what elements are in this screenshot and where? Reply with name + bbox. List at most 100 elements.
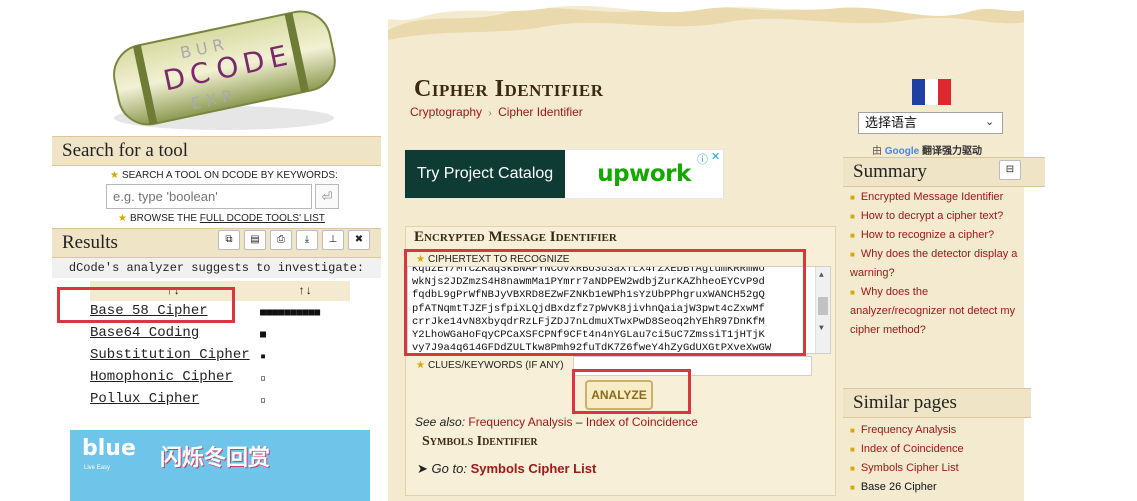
result-score: ■ [260,329,267,340]
similar-item-label: Index of Coincidence [860,443,964,455]
see-also-separator: – [575,415,583,429]
result-link[interactable]: Base64 Coding [90,325,256,341]
advertisement-left[interactable]: blue Live Easy 闪烁冬回赏 [70,430,370,501]
dcode-logo[interactable]: D C O D E B U R E X P [84,6,364,132]
language-select[interactable]: 选择语言 [858,112,1003,134]
textarea-scrollbar[interactable]: ▲ ▼ [815,267,830,353]
search-box [106,184,315,209]
table-row: Base64 Coding ■ [90,325,350,347]
breadcrumb-separator: › [488,108,492,119]
summary-item[interactable]: ■ Encrypted Message Identifier [850,188,1022,207]
close-icon[interactable]: ✖ [348,230,370,250]
pin-icon[interactable]: ⊥ [322,230,344,250]
result-score: ▫ [260,373,267,384]
page-title: Cipher Identifier [414,76,604,102]
french-flag-icon[interactable] [911,79,952,105]
similar-item[interactable]: ■ Index of Coincidence [850,440,1022,459]
bullet-icon: ■ [850,426,855,435]
summary-item-label: Encrypted Message Identifier [860,191,1004,203]
scroll-thumb[interactable] [818,297,828,315]
summary-item[interactable]: ■ How to recognize a cipher? [850,226,1022,245]
arrow-right-icon: ➤ [417,461,428,476]
similar-item-label: Base 26 Cipher [860,481,937,493]
result-link[interactable]: Substitution Cipher [90,347,256,363]
clues-label: ★ CLUES/KEYWORDS (IF ANY) [416,360,564,371]
clues-label-text: CLUES/KEYWORDS (IF ANY) [427,360,564,371]
similar-item[interactable]: ■ Frequency Analysis [850,421,1022,440]
scroll-down-icon[interactable]: ▼ [819,322,824,335]
summary-item[interactable]: ■ Why does the detector display a warning… [850,245,1022,283]
advertisement-center[interactable]: Try Project Catalog upwork ⓘ ✕ [404,149,724,199]
save-icon[interactable]: ▤ [244,230,266,250]
symbols-identifier-title: Symbols Identifier [422,434,538,449]
summary-item-label: Why does the detector display a warning? [850,248,1018,279]
summary-item[interactable]: ■ How to decrypt a cipher text? [850,207,1022,226]
similar-item[interactable]: ■ Base 26 Cipher [850,478,1022,497]
summary-item-label: How to recognize a cipher? [860,229,995,241]
table-row: Homophonic Cipher ▫ [90,369,350,391]
see-also-prefix: See also: [415,415,466,429]
bullet-icon: ■ [850,212,855,221]
breadcrumb: Cryptography › Cipher Identifier [410,105,583,119]
bullet-icon: ■ [850,445,855,454]
chevron-down-icon: ⌄ [985,116,995,128]
bullet-icon: ■ [850,464,855,473]
google-brand[interactable]: Google [885,146,919,157]
ad-brand-sub: Live Easy [84,465,111,471]
result-link[interactable]: Homophonic Cipher [90,369,256,385]
see-also-frequency-analysis[interactable]: Frequency Analysis [468,415,572,429]
ad-info-icon[interactable]: ⓘ [697,151,708,167]
highlight-box-ciphertext [404,249,806,356]
similar-item[interactable]: ■ Symbols Cipher List [850,459,1022,478]
summary-list: ■ Encrypted Message Identifier ■ How to de… [850,188,1022,340]
result-score: ▪ [260,351,267,362]
summary-item-label: How to decrypt a cipher text? [860,210,1004,222]
identifier-title: Encrypted Message Identifier [414,229,617,245]
print-icon[interactable]: ⎙ [270,230,292,250]
google-translate-credit: 由 Google 翻译强力驱动 [872,142,982,157]
browse-note: ★ BROWSE THE FULL DCODE TOOLS' LIST [118,213,325,224]
similar-pages-list: ■ Frequency Analysis ■ Index of Coincidenc… [850,421,1022,497]
bullet-icon: ■ [850,250,855,259]
result-link[interactable]: Pollux Cipher [90,391,256,407]
summary-item[interactable]: ■ Why does the analyzer/recognizer not de… [850,283,1022,340]
similar-item-label: Symbols Cipher List [860,462,959,474]
ad-brand: blue [82,436,136,461]
result-score: ■■■■■■■■■■ [260,307,321,318]
analyzer-summary: dCode's analyzer suggests to investigate… [52,258,381,278]
search-note: ★ SEARCH A TOOL ON DCODE BY KEYWORDS: [110,170,338,181]
sort-score-icon[interactable]: ↑↓ [260,284,350,298]
highlight-box-analyze [572,369,691,414]
see-also-index-of-coincidence[interactable]: Index of Coincidence [586,415,698,429]
breadcrumb-cryptography[interactable]: Cryptography [410,105,482,119]
symbols-cipher-list-link[interactable]: Symbols Cipher List [471,461,597,476]
ad-title: 闪烁冬回赏 [160,445,271,470]
breadcrumb-cipher-identifier[interactable]: Cipher Identifier [498,105,583,119]
bullet-icon: ■ [850,231,855,240]
download-icon[interactable]: ⤓ [296,230,318,250]
table-row: Pollux Cipher ▫ [90,391,350,413]
google-suffix: 翻译强力驱动 [922,146,983,157]
result-score: ▫ [260,395,267,406]
bullet-icon: ■ [850,288,855,297]
search-input[interactable] [107,185,315,208]
browse-prefix: BROWSE THE [129,213,200,224]
collapse-icon[interactable]: ⊟ [999,160,1021,180]
search-submit-icon[interactable]: ⏎ [315,184,339,209]
bullet-icon: ■ [850,483,855,492]
google-prefix: 由 [872,146,882,157]
goto-prefix: Go to: [431,461,467,476]
copy-icon[interactable]: ⧉ [218,230,240,250]
search-heading: Search for a tool [52,136,381,166]
star-icon: ★ [118,213,127,224]
full-tools-list-link[interactable]: FULL DCODE TOOLS' LIST [200,213,325,224]
bullet-icon: ■ [850,193,855,202]
star-icon: ★ [416,360,425,371]
search-note-text: SEARCH A TOOL ON DCODE BY KEYWORDS: [121,170,338,181]
goto-line: ➤ Go to: Symbols Cipher List [417,461,596,477]
similar-pages-heading: Similar pages [843,388,1031,418]
ad-close-icon[interactable]: ✕ [711,150,720,163]
star-icon: ★ [110,170,119,181]
similar-item-label: Frequency Analysis [860,424,957,436]
scroll-up-icon[interactable]: ▲ [819,269,824,282]
